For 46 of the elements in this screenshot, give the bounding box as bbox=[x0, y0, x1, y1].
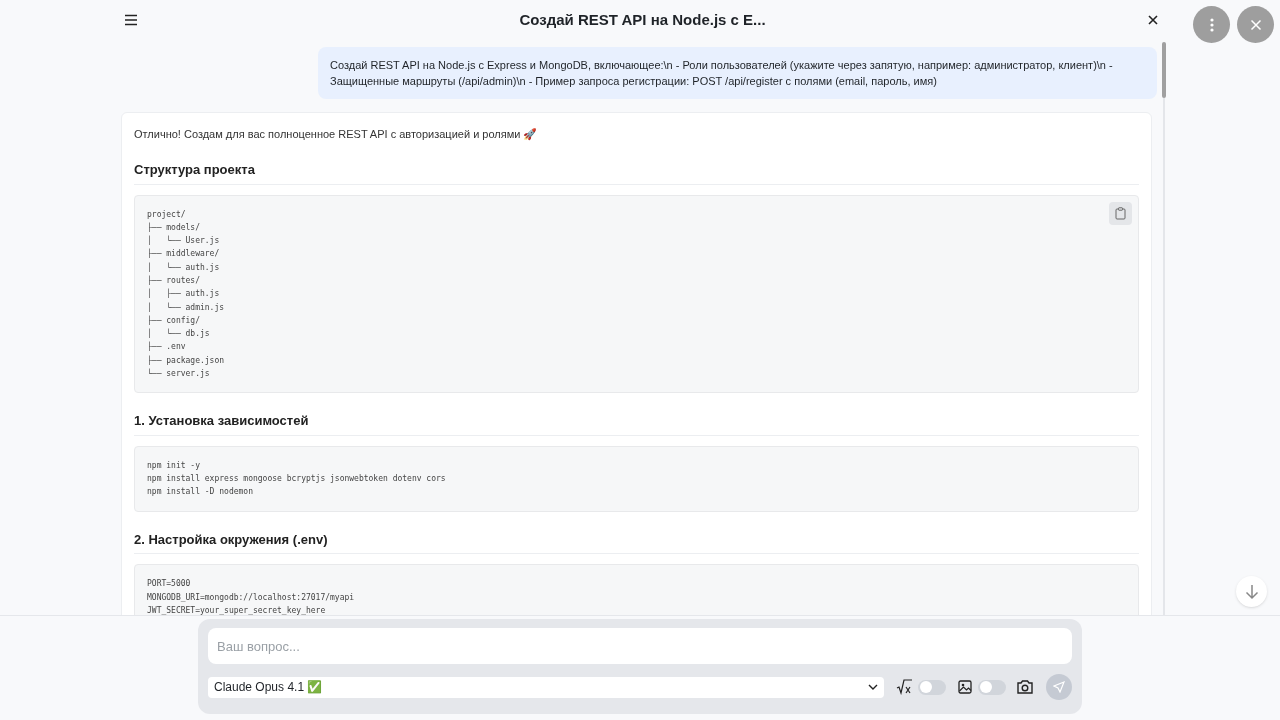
clipboard-icon bbox=[1115, 206, 1126, 220]
code-line: npm install -D nodemon bbox=[147, 486, 253, 499]
code-line: │ └── admin.js bbox=[147, 301, 225, 314]
code-line: │ └── auth.js bbox=[147, 261, 220, 274]
chat-title: Создай REST API на Node.js с E... bbox=[519, 9, 766, 30]
toggle-switch[interactable] bbox=[918, 679, 947, 695]
toggle-switch[interactable] bbox=[978, 679, 1007, 695]
code-line: project/ bbox=[147, 208, 186, 221]
close-icon bbox=[1249, 18, 1262, 31]
section-heading: 2. Настройка окружения (.env) bbox=[134, 529, 1139, 555]
code-line: │ └── User.js bbox=[147, 234, 220, 248]
code-line: PORT=5000 bbox=[147, 578, 191, 591]
more-options-button[interactable] bbox=[1193, 6, 1230, 43]
square-root-icon bbox=[896, 679, 913, 695]
scrollbar-thumb bbox=[1162, 42, 1166, 98]
send-icon bbox=[1053, 681, 1066, 693]
copy-button[interactable] bbox=[1109, 201, 1132, 225]
code-line: npm init -y bbox=[147, 459, 200, 472]
code-line: └── server.js bbox=[147, 367, 210, 381]
model-name: Claude Opus 4.1 ✅ bbox=[214, 679, 323, 696]
answer-intro: Отлично! Создам для вас полноценное REST API с авторизацией и ролями 🚀 bbox=[134, 127, 539, 142]
user-message: Создай REST API на Node.js с Express и MongoDB, включающее:\n - Роли пользователей (укажите через запятую, например: администратор, клиент)\n - Защищенные маршруты (/api/admin)\n - Пример запроса регистрации: POST /api/register с полями (email, пароль, имя) bbox=[318, 47, 1157, 99]
question-field[interactable]: Ваш вопрос... bbox=[208, 628, 1072, 664]
code-line: ├── .env bbox=[147, 340, 186, 354]
camera-icon[interactable] bbox=[1016, 679, 1035, 695]
code-line: ├── config/ bbox=[147, 314, 200, 327]
code-line: ├── models/ bbox=[147, 221, 200, 234]
more-icon bbox=[1209, 17, 1214, 32]
image-icon bbox=[958, 680, 973, 694]
code-line: MONGODB_URI=mongodb://localhost:27017/myapi bbox=[147, 591, 355, 604]
code-line: ├── package.json bbox=[147, 354, 225, 367]
code-line: ├── routes/ bbox=[147, 274, 200, 287]
model-dropdown[interactable]: Claude Opus 4.1 ✅ bbox=[208, 676, 885, 698]
close-button[interactable] bbox=[1237, 6, 1274, 43]
code-line: JWT_SECRET=your_super_secret_key_here bbox=[147, 604, 326, 615]
code-line: │ └── db.js bbox=[147, 327, 210, 341]
code-line: │ ├── auth.js bbox=[147, 287, 220, 301]
section-heading: 1. Установка зависимостей bbox=[134, 411, 1139, 436]
section-heading: Структура проекта bbox=[134, 160, 1139, 185]
code-line: ├── middleware/ bbox=[147, 247, 220, 261]
close-icon[interactable] bbox=[1147, 14, 1159, 26]
menu-icon[interactable] bbox=[124, 13, 138, 27]
arrow-down-icon bbox=[1244, 583, 1259, 600]
code-line: npm install express mongoose bcryptjs jsonwebtoken dotenv cors bbox=[147, 473, 446, 486]
chevron-icon bbox=[868, 684, 879, 690]
scroll-down-button[interactable] bbox=[1236, 576, 1267, 607]
